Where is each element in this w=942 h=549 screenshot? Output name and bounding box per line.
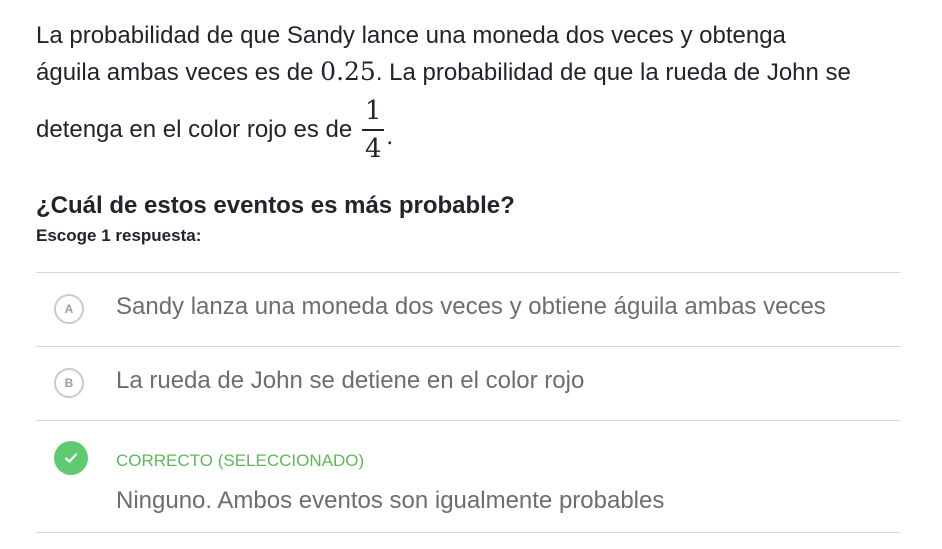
- choice-c-status: CORRECTO (SELECCIONADO): [116, 451, 365, 470]
- choice-a-label: Sandy lanza una moneda dos veces y obtie…: [116, 293, 826, 320]
- question-line-3: detenga en el color rojo es de 1 4 .: [36, 90, 916, 170]
- choice-a-letter-badge: A: [54, 294, 84, 324]
- answer-instructions: Escoge 1 respuesta:: [36, 226, 202, 245]
- fraction-bar: [362, 129, 385, 131]
- choice-list: A Sandy lanza una moneda dos veces y obt…: [36, 272, 901, 533]
- choice-b-label: La rueda de John se detiene en el color …: [116, 367, 585, 394]
- question-line-2: águila ambas veces es de 0.25. La probab…: [36, 54, 916, 90]
- question-line-3-before: detenga en el color rojo es de: [36, 116, 353, 143]
- question-line-2-after: . La probabilidad de que la rueda de Joh…: [375, 59, 851, 86]
- choice-c-label: Ninguno. Ambos eventos son igualmente pr…: [116, 487, 665, 514]
- probability-value: 0.25: [320, 57, 376, 86]
- fraction-denominator: 4: [364, 133, 382, 164]
- question-line-1: La probabilidad de que Sandy lance una m…: [36, 18, 916, 54]
- question-line-3-after: .: [386, 125, 394, 150]
- checkmark-icon-svg: [64, 453, 78, 463]
- question-line-2-before: águila ambas veces es de: [36, 59, 321, 86]
- fraction: 1 4: [362, 96, 385, 164]
- choice-b-letter-badge: B: [54, 368, 84, 398]
- checkmark-icon: [54, 441, 88, 475]
- choice-c[interactable]: CORRECTO (SELECCIONADO) Ninguno. Ambos e…: [36, 421, 901, 533]
- question-prompt: ¿Cuál de estos eventos es más probable?: [36, 192, 515, 219]
- question-text: La probabilidad de que Sandy lance una m…: [36, 18, 916, 170]
- fraction-numerator: 1: [364, 96, 382, 127]
- choice-b[interactable]: B La rueda de John se detiene en el colo…: [36, 347, 901, 421]
- choice-a[interactable]: A Sandy lanza una moneda dos veces y obt…: [36, 273, 901, 347]
- question-line-1-text: La probabilidad de que Sandy lance una m…: [36, 22, 786, 49]
